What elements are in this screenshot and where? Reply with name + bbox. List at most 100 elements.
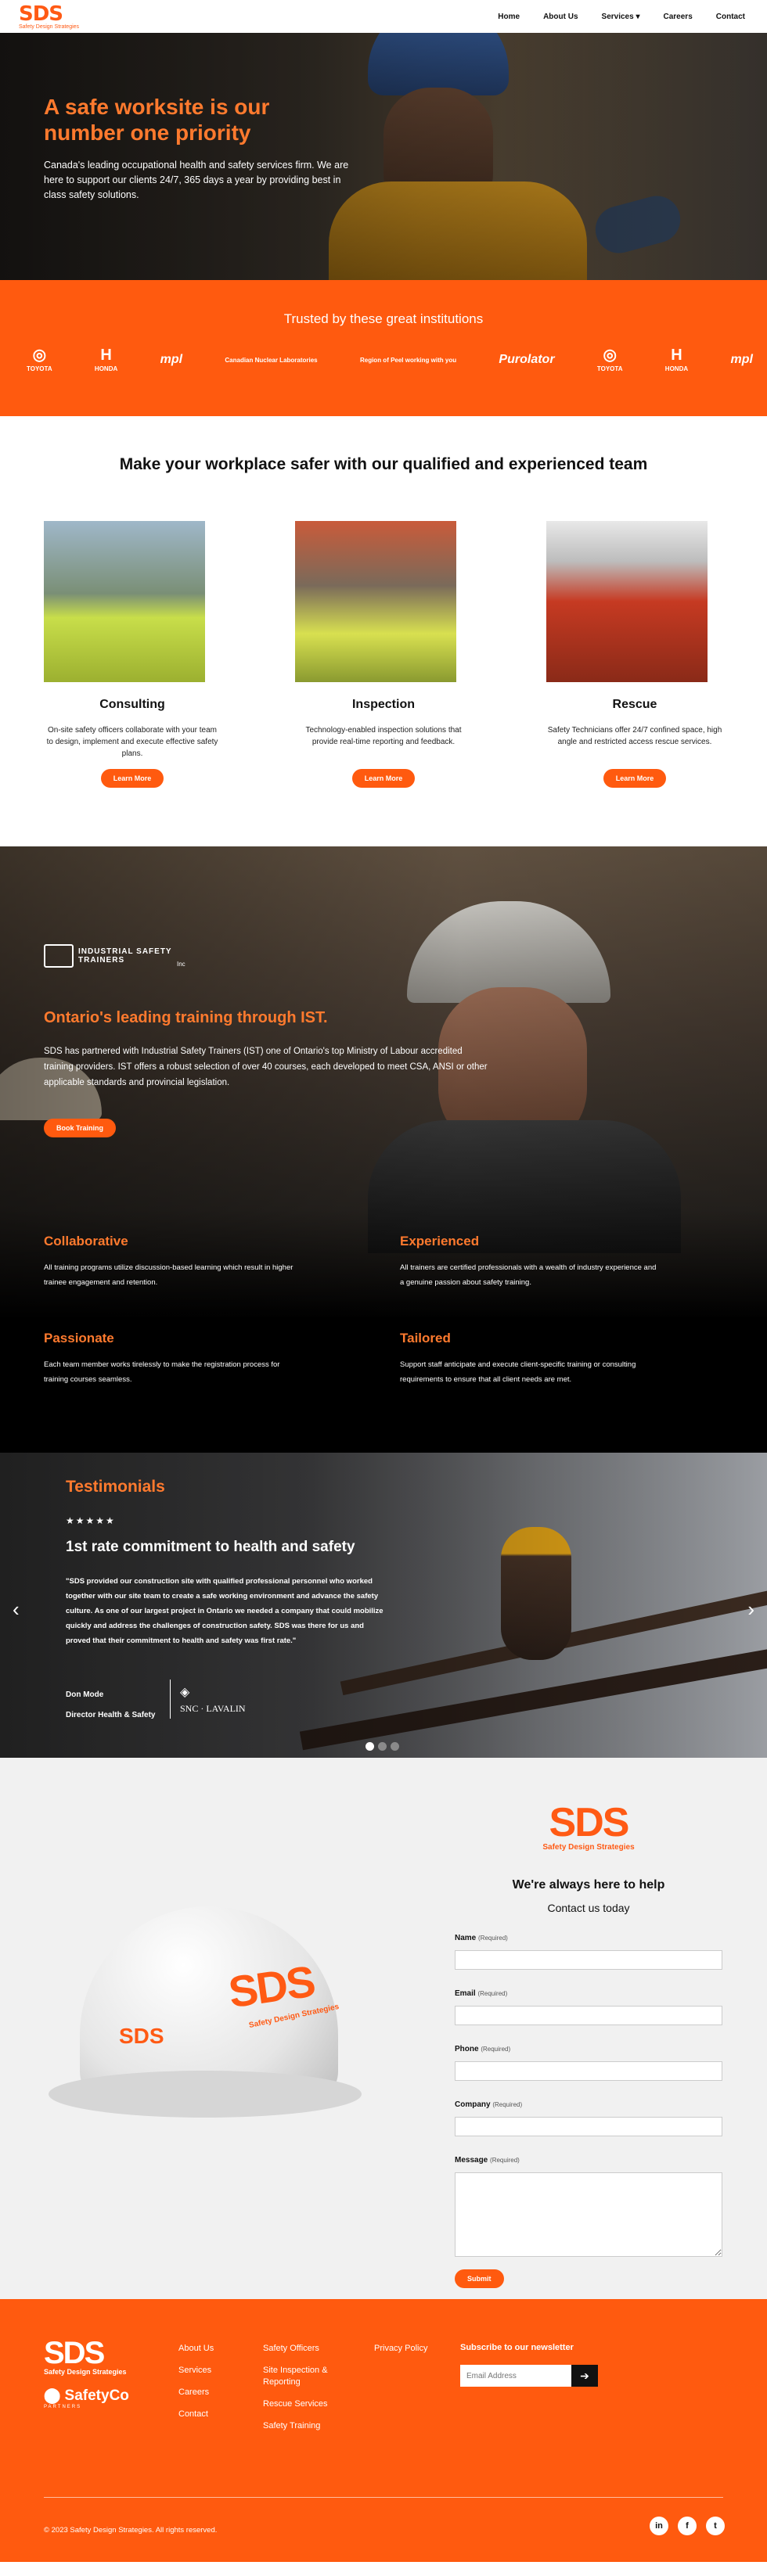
learn-more-button[interactable]: Learn More — [603, 769, 667, 788]
client-logos: ◎ TOYOTA H HONDA mpl Canadian Nuclear Labo… — [0, 327, 767, 372]
footer-links-legal: Privacy Policy — [374, 2343, 445, 2365]
facebook-icon[interactable]: f — [678, 2517, 697, 2535]
service-card-consulting: Consulting On-site safety officers colla… — [44, 521, 221, 788]
safetyco-logo: ⬤ SafetyCo — [44, 2387, 129, 2404]
footer-links-main: About Us Services Careers Contact — [178, 2343, 249, 2430]
social-links: in f t — [650, 2517, 725, 2535]
nav-services-label: Services — [601, 12, 634, 21]
phone-field[interactable] — [455, 2061, 722, 2081]
nav-home[interactable]: Home — [498, 13, 520, 21]
company-field[interactable] — [455, 2117, 722, 2136]
footer-link-rescue[interactable]: Rescue Services — [263, 2398, 349, 2410]
consulting-photo — [44, 521, 205, 682]
carousel-dots — [365, 1742, 399, 1751]
carousel-dot[interactable] — [391, 1742, 399, 1751]
carousel-dot[interactable] — [378, 1742, 387, 1751]
footer-link-services[interactable]: Services — [178, 2365, 249, 2377]
learn-more-button[interactable]: Learn More — [351, 769, 416, 788]
footer-logo[interactable]: SDS Safety Design Strategies ⬤ SafetyCo … — [44, 2337, 129, 2409]
linkedin-icon[interactable]: in — [650, 2517, 668, 2535]
footer-link-contact[interactable]: Contact — [178, 2409, 249, 2420]
phone-field-group: Phone (Required) — [455, 2041, 722, 2081]
purolator-logo: Purolator — [499, 353, 555, 366]
service-cards: Consulting On-site safety officers colla… — [0, 474, 767, 788]
ist-title: Ontario's leading training through IST. — [44, 1009, 328, 1026]
mpl-logo: mpl — [730, 353, 753, 366]
region-of-peel-logo: Region of Peel working with you — [359, 356, 457, 364]
newsletter-email-input[interactable] — [460, 2365, 571, 2387]
learn-more-button[interactable]: Learn More — [100, 769, 164, 788]
footer-divider — [44, 2497, 723, 2498]
carousel-dot[interactable] — [365, 1742, 374, 1751]
footer-links-services: Safety Officers Site Inspection & Report… — [263, 2343, 349, 2442]
toyota-logo: ◎ TOYOTA — [596, 347, 623, 372]
feature-experienced: Experienced All trainers are certified pr… — [400, 1234, 657, 1287]
card-title: Inspection — [351, 698, 415, 711]
prev-arrow-icon[interactable]: ‹ — [13, 1597, 20, 1622]
message-field-group: Message (Required) — [455, 2152, 722, 2257]
nav-about[interactable]: About Us — [543, 13, 578, 21]
mpl-logo: mpl — [160, 353, 183, 366]
card-title: Rescue — [612, 698, 657, 711]
testimonials-title: Testimonials — [66, 1478, 165, 1496]
sds-logo[interactable]: SDS Safety Design Strategies — [19, 4, 79, 30]
message-field[interactable] — [455, 2172, 722, 2257]
footer-link-careers[interactable]: Careers — [178, 2387, 249, 2398]
ist-features: Collaborative All training programs utili… — [44, 1234, 725, 1387]
services-section: Make your workplace safer with our quali… — [0, 416, 767, 788]
testimonial-author: Don Mode Director Health & Safety — [66, 1690, 156, 1719]
nav-contact[interactable]: Contact — [716, 13, 745, 21]
nav-careers[interactable]: Careers — [664, 13, 693, 21]
twitter-icon[interactable]: t — [706, 2517, 725, 2535]
contact-title: We're always here to help — [512, 1878, 665, 1892]
card-title: Consulting — [99, 698, 165, 711]
footer-link-site-inspection[interactable]: Site Inspection & Reporting — [263, 2365, 349, 2388]
footer-link-safety-officers[interactable]: Safety Officers — [263, 2343, 349, 2355]
book-training-button[interactable]: Book Training — [44, 1119, 117, 1137]
toyota-logo: ◎ TOYOTA — [27, 347, 52, 372]
service-card-inspection: Inspection Technology-enabled inspection… — [295, 521, 472, 788]
ist-text: SDS has partnered with Industrial Safety… — [44, 1047, 488, 1087]
newsletter: Subscribe to our newsletter ➔ — [460, 2343, 598, 2387]
contact-logo: SDS Safety Design Strategies — [542, 1800, 635, 1852]
snc-lavalin-logo: ◈ SNC · LAVALIN — [170, 1680, 246, 1719]
contact-subtitle: Contact us today — [547, 1902, 630, 1914]
footer: SDS Safety Design Strategies ⬤ SafetyCo … — [0, 2299, 767, 2562]
submit-button[interactable]: Submit — [455, 2269, 504, 2288]
nav-services[interactable]: Services ▾ — [602, 13, 640, 21]
rescue-photo — [546, 521, 708, 682]
copyright: © 2023 Safety Design Strategies. All rig… — [44, 2526, 218, 2535]
name-field-group: Name (Required) — [455, 1930, 722, 1970]
sds-hardhat-image: SDS Safety Design Strategies SDS — [49, 1906, 362, 2149]
next-arrow-icon[interactable]: › — [747, 1597, 754, 1622]
arrow-right-icon[interactable]: ➔ — [571, 2365, 598, 2387]
footer-link-privacy[interactable]: Privacy Policy — [374, 2343, 445, 2355]
feature-tailored: Tailored Support staff anticipate and exe… — [400, 1331, 636, 1384]
card-text: Technology-enabled inspection solutions … — [305, 726, 462, 746]
inspection-photo — [295, 521, 456, 682]
snc-icon: ◈ — [180, 1685, 190, 1699]
feature-passionate: Passionate Each team member works tireles… — [44, 1331, 280, 1384]
star-rating: ★★★★★ — [66, 1515, 116, 1526]
hero-title: A safe worksite is our number one priori… — [44, 95, 270, 145]
services-title: Make your workplace safer with our quali… — [119, 455, 648, 473]
footer-link-about[interactable]: About Us — [178, 2343, 249, 2355]
honda-logo: H HONDA — [664, 347, 689, 372]
testimonials-section: Testimonials ★★★★★ 1st rate commitment t… — [0, 1453, 767, 1758]
ist-logo: INDUSTRIAL SAFETY TRAINERS Inc — [44, 944, 185, 968]
ist-section: INDUSTRIAL SAFETY TRAINERS Inc Ontario's… — [0, 846, 767, 1453]
contact-section: SDS Safety Design Strategies SDS SDS Saf… — [0, 1758, 767, 2299]
cnl-logo: Canadian Nuclear Laboratories — [225, 356, 318, 364]
testimonial-heading: 1st rate commitment to health and safety — [66, 1539, 355, 1555]
email-field-group: Email (Required) — [455, 1985, 722, 2025]
email-field[interactable] — [455, 2006, 722, 2025]
chevron-down-icon: ▾ — [636, 12, 640, 21]
trusted-section: Trusted by these great institutions ◎ TOY… — [0, 280, 767, 416]
card-text: On-site safety officers collaborate with… — [46, 726, 218, 758]
name-field[interactable] — [455, 1950, 722, 1970]
footer-link-training[interactable]: Safety Training — [263, 2420, 349, 2432]
trusted-title: Trusted by these great institutions — [283, 311, 484, 326]
feature-collaborative: Collaborative All training programs utili… — [44, 1234, 293, 1287]
hero-banner: A safe worksite is our number one priori… — [0, 33, 767, 280]
truck-icon — [44, 944, 74, 968]
